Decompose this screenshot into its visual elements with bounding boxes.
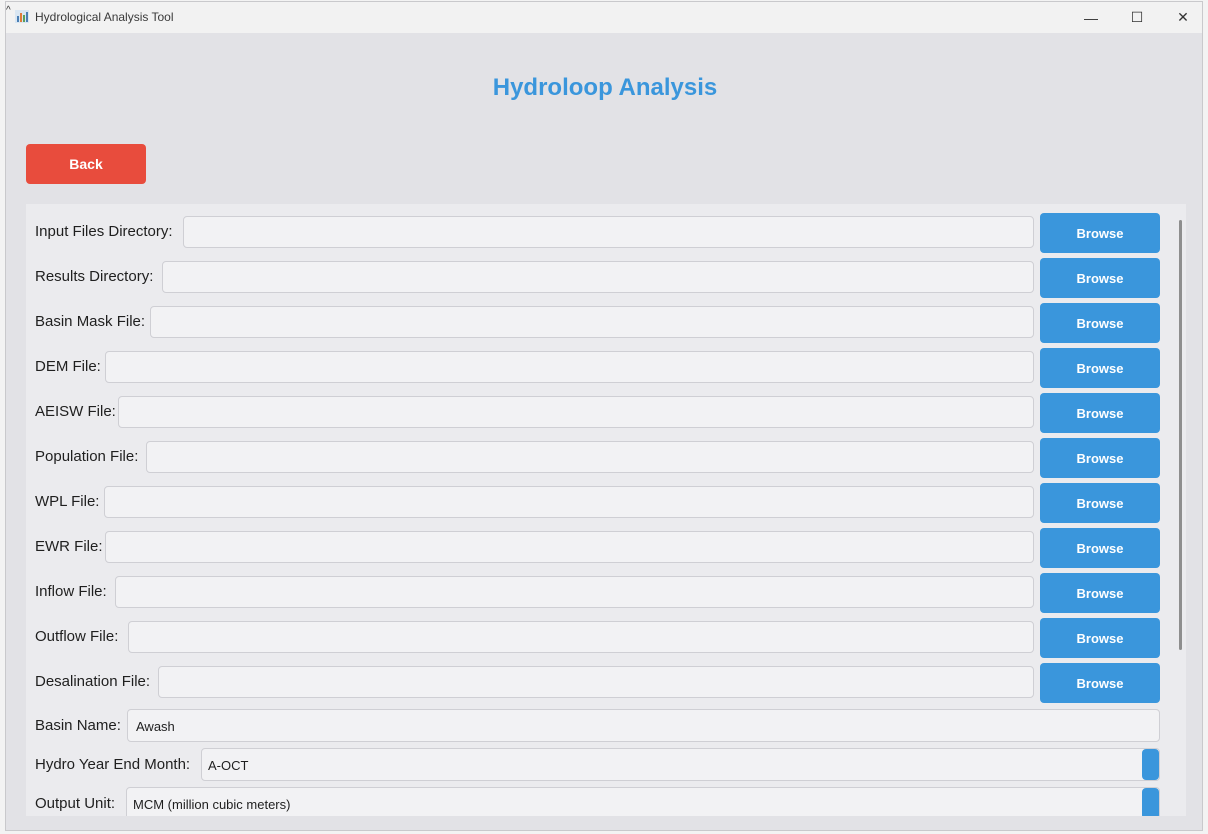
row-input-files-directory: Input Files Directory: Browse xyxy=(35,213,1160,253)
scrollbar-thumb[interactable] xyxy=(1179,220,1182,650)
hydro-year-end-month-dropdown[interactable]: A-OCT xyxy=(201,748,1160,781)
inflow-file-label: Inflow File: xyxy=(35,583,107,600)
inflow-file-field[interactable] xyxy=(115,576,1034,608)
back-button[interactable]: Back xyxy=(26,144,146,184)
row-basin-mask-file: Basin Mask File: Browse xyxy=(35,303,1160,343)
browse-dem-file-button[interactable]: Browse xyxy=(1040,348,1160,388)
browse-population-file-button[interactable]: Browse xyxy=(1040,438,1160,478)
wpl-file-field[interactable] xyxy=(104,486,1034,518)
results-directory-label: Results Directory: xyxy=(35,268,154,285)
row-hydro-year-end-month: Hydro Year End Month: A-OCT xyxy=(35,748,1160,782)
browse-outflow-file-button[interactable]: Browse xyxy=(1040,618,1160,658)
browse-desalination-file-button[interactable]: Browse xyxy=(1040,663,1160,703)
dropdown-arrow-icon[interactable] xyxy=(1142,788,1159,816)
population-file-field[interactable] xyxy=(146,441,1034,473)
population-file-label: Population File: xyxy=(35,448,139,465)
title-bar: ^ Hydrological Analysis Tool — ☐ ✕ xyxy=(6,2,1202,33)
wpl-file-label: WPL File: xyxy=(35,493,100,510)
row-desalination-file: Desalination File: Browse xyxy=(35,663,1160,703)
page-title: Hydroloop Analysis xyxy=(492,74,718,101)
dem-file-field[interactable] xyxy=(105,351,1034,383)
aeisw-file-field[interactable] xyxy=(118,396,1034,428)
browse-input-files-directory-button[interactable]: Browse xyxy=(1040,213,1160,253)
maximize-button[interactable]: ☐ xyxy=(1114,2,1160,33)
basin-name-input[interactable]: Awash xyxy=(127,709,1160,742)
hydro-year-end-month-value: A-OCT xyxy=(208,758,249,773)
row-population-file: Population File: Browse xyxy=(35,438,1160,478)
maximize-icon: ☐ xyxy=(1130,9,1144,25)
ewr-file-label: EWR File: xyxy=(35,538,103,555)
outflow-file-label: Outflow File: xyxy=(35,628,119,645)
ewr-file-field[interactable] xyxy=(105,531,1034,563)
row-dem-file: DEM File: Browse xyxy=(35,348,1160,388)
browse-aeisw-file-button[interactable]: Browse xyxy=(1040,393,1160,433)
basin-name-label: Basin Name: xyxy=(35,717,121,734)
dem-file-label: DEM File: xyxy=(35,358,101,375)
browse-inflow-file-button[interactable]: Browse xyxy=(1040,573,1160,613)
close-button[interactable]: ✕ xyxy=(1160,2,1202,33)
output-unit-label: Output Unit: xyxy=(35,795,116,812)
browse-basin-mask-file-button[interactable]: Browse xyxy=(1040,303,1160,343)
hydro-year-end-month-label: Hydro Year End Month: xyxy=(35,756,191,773)
row-output-unit: Output Unit: MCM (million cubic meters) xyxy=(35,787,1160,816)
desalination-file-label: Desalination File: xyxy=(35,673,151,690)
row-wpl-file: WPL File: Browse xyxy=(35,483,1160,523)
row-inflow-file: Inflow File: Browse xyxy=(35,573,1160,613)
row-basin-name: Basin Name: Awash xyxy=(35,709,1160,743)
desalination-file-field[interactable] xyxy=(158,666,1034,698)
output-unit-value: MCM (million cubic meters) xyxy=(133,797,291,812)
caret-icon: ^ xyxy=(6,5,11,16)
minimize-icon: — xyxy=(1084,9,1098,26)
input-files-directory-label: Input Files Directory: xyxy=(35,223,173,240)
scrollable-form-panel: Input Files Directory: Browse Results Di… xyxy=(26,204,1186,816)
row-aeisw-file: AEISW File: Browse xyxy=(35,393,1160,433)
row-results-directory: Results Directory: Browse xyxy=(35,258,1160,298)
row-ewr-file: EWR File: Browse xyxy=(35,528,1160,568)
app-icon xyxy=(15,10,29,23)
row-outflow-file: Outflow File: Browse xyxy=(35,618,1160,658)
outflow-file-field[interactable] xyxy=(128,621,1034,653)
close-icon: ✕ xyxy=(1177,9,1189,25)
browse-ewr-file-button[interactable]: Browse xyxy=(1040,528,1160,568)
aeisw-file-label: AEISW File: xyxy=(35,403,116,420)
basin-mask-file-label: Basin Mask File: xyxy=(35,313,146,330)
window-title: Hydrological Analysis Tool xyxy=(35,10,174,24)
input-files-directory-field[interactable] xyxy=(183,216,1034,248)
results-directory-field[interactable] xyxy=(162,261,1034,293)
browse-results-directory-button[interactable]: Browse xyxy=(1040,258,1160,298)
app-window: ^ Hydrological Analysis Tool — ☐ ✕ Hydro… xyxy=(5,1,1203,831)
basin-mask-file-field[interactable] xyxy=(150,306,1034,338)
minimize-button[interactable]: — xyxy=(1068,2,1114,33)
browse-wpl-file-button[interactable]: Browse xyxy=(1040,483,1160,523)
dropdown-arrow-icon[interactable] xyxy=(1142,749,1159,780)
output-unit-dropdown[interactable]: MCM (million cubic meters) xyxy=(126,787,1160,816)
